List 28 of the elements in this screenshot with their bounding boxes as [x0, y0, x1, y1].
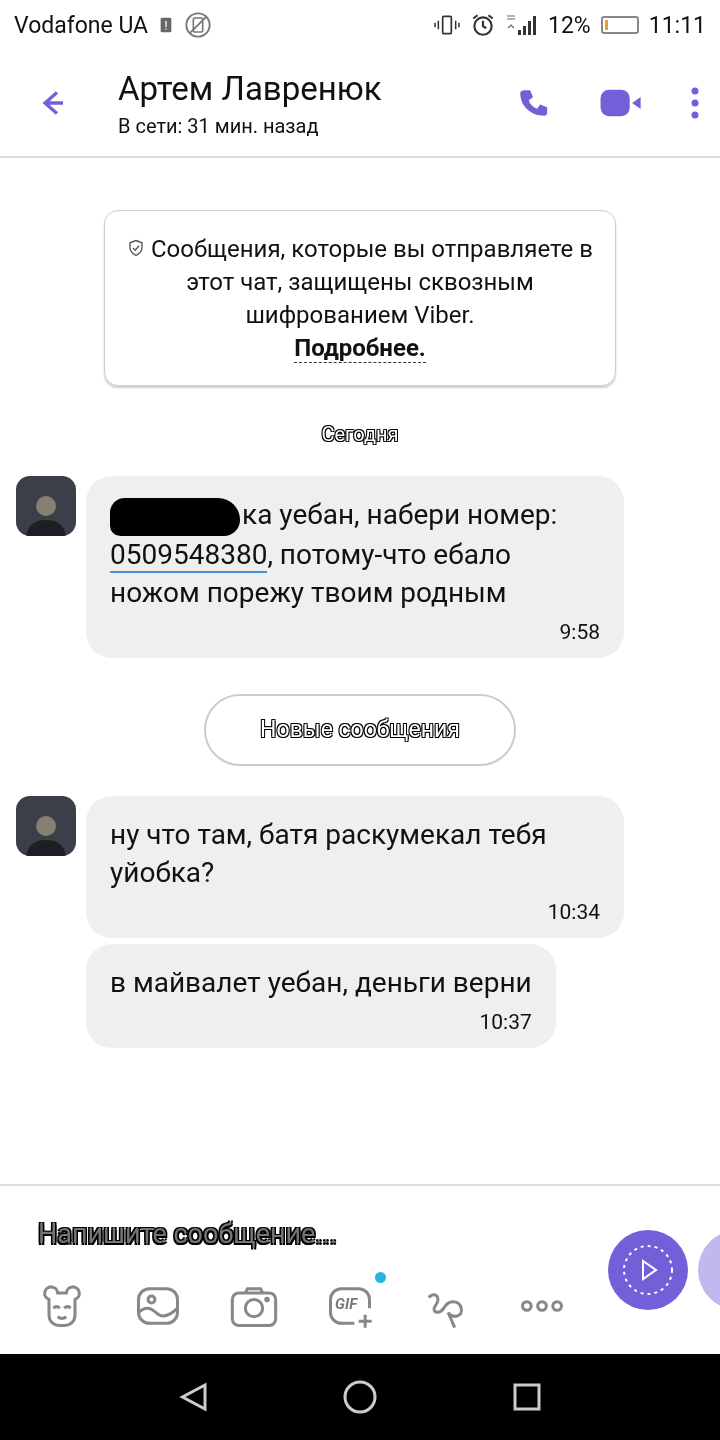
last-seen-status: В сети: 31 мин. назад	[118, 113, 320, 138]
new-messages-divider: Новые сообщения	[204, 693, 516, 766]
message-text: в майвалет уебан, деньги верни	[110, 964, 532, 1001]
more-menu-icon[interactable]	[690, 86, 700, 120]
shield-icon	[127, 239, 145, 257]
message-text: ну что там, батя раскумекал тебя уйобка?	[110, 816, 548, 891]
avatar[interactable]	[16, 795, 76, 856]
vibrate-icon	[434, 12, 460, 38]
date-label: Сегодня	[321, 422, 399, 446]
vibrate-off-icon	[184, 11, 213, 39]
message-time: 10:34	[547, 899, 600, 924]
play-icon	[621, 1243, 675, 1297]
signal-icon	[506, 12, 538, 38]
phone-link[interactable]: 0509548380	[110, 537, 268, 573]
contact-name: Артем Лавренюк	[118, 68, 383, 108]
battery-icon	[600, 16, 639, 34]
carrier-name: Vodafone UA	[14, 11, 149, 39]
gif-button[interactable]: GIF	[324, 1280, 376, 1332]
battery-percent: 12%	[548, 11, 591, 39]
message-time: 9:58	[559, 619, 600, 644]
message-input[interactable]: Напишите сообщение...	[38, 1218, 438, 1250]
alarm-icon	[470, 12, 496, 38]
message-time: 10:37	[479, 1009, 532, 1034]
message-text: ка уебан, набери номер: 0509548380, потому-что ебало ножом порежу твоим родным	[110, 496, 559, 611]
avatar[interactable]	[16, 476, 76, 536]
encryption-text: Сообщения, которые вы отправляете в этот чат, защищены сквозным шифрованием Viber.	[150, 235, 593, 329]
clock-time: 11:11	[648, 11, 706, 39]
more-info-link[interactable]: Подробнее.	[294, 334, 426, 363]
